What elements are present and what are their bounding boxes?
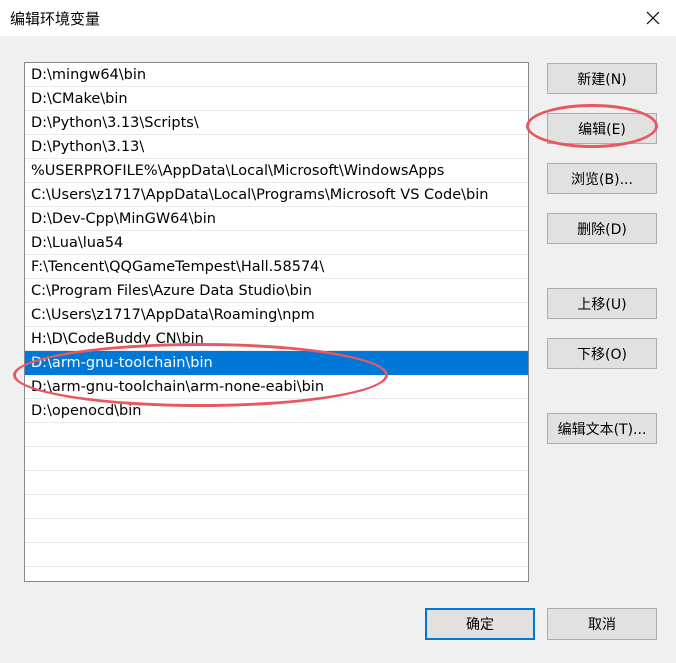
empty-list-row bbox=[25, 519, 528, 543]
list-item[interactable]: C:\Program Files\Azure Data Studio\bin bbox=[25, 279, 528, 303]
list-item[interactable]: D:\arm-gnu-toolchain\bin bbox=[25, 351, 528, 375]
empty-list-row bbox=[25, 543, 528, 567]
empty-list-row bbox=[25, 423, 528, 447]
cancel-button[interactable]: 取消 bbox=[547, 608, 657, 640]
empty-list-row bbox=[25, 471, 528, 495]
edit-env-var-dialog: 编辑环境变量 D:\mingw64\bin D:\CMake\bin D:\Pyth… bbox=[0, 0, 676, 663]
path-list[interactable]: D:\mingw64\bin D:\CMake\bin D:\Python\3.13… bbox=[24, 62, 529, 582]
list-item[interactable]: %USERPROFILE%\AppData\Local\Microsoft\Wi… bbox=[25, 159, 528, 183]
close-icon bbox=[646, 11, 660, 25]
list-item[interactable]: F:\Tencent\QQGameTempest\Hall.58574\ bbox=[25, 255, 528, 279]
delete-button[interactable]: 删除(D) bbox=[547, 213, 657, 244]
list-item[interactable]: C:\Users\z1717\AppData\Local\Programs\Mi… bbox=[25, 183, 528, 207]
move-down-button[interactable]: 下移(O) bbox=[547, 338, 657, 369]
title-bar: 编辑环境变量 bbox=[0, 0, 676, 36]
dialog-title: 编辑环境变量 bbox=[10, 10, 101, 28]
list-item[interactable]: D:\mingw64\bin bbox=[25, 63, 528, 87]
list-item[interactable]: D:\arm-gnu-toolchain\arm-none-eabi\bin bbox=[25, 375, 528, 399]
edit-text-button[interactable]: 编辑文本(T)... bbox=[547, 413, 657, 444]
close-button[interactable] bbox=[630, 0, 676, 36]
list-item[interactable]: D:\Dev-Cpp\MinGW64\bin bbox=[25, 207, 528, 231]
browse-button[interactable]: 浏览(B)... bbox=[547, 163, 657, 194]
empty-list-row bbox=[25, 495, 528, 519]
list-item[interactable]: D:\Python\3.13\ bbox=[25, 135, 528, 159]
list-item[interactable]: D:\CMake\bin bbox=[25, 87, 528, 111]
list-item[interactable]: D:\Lua\lua54 bbox=[25, 231, 528, 255]
move-up-button[interactable]: 上移(U) bbox=[547, 288, 657, 319]
empty-list-row bbox=[25, 447, 528, 471]
list-item[interactable]: H:\D\CodeBuddy CN\bin bbox=[25, 327, 528, 351]
new-button[interactable]: 新建(N) bbox=[547, 63, 657, 94]
list-item[interactable]: C:\Users\z1717\AppData\Roaming\npm bbox=[25, 303, 528, 327]
edit-button[interactable]: 编辑(E) bbox=[547, 113, 657, 144]
list-item[interactable]: D:\openocd\bin bbox=[25, 399, 528, 423]
ok-button[interactable]: 确定 bbox=[425, 608, 535, 640]
list-item[interactable]: D:\Python\3.13\Scripts\ bbox=[25, 111, 528, 135]
